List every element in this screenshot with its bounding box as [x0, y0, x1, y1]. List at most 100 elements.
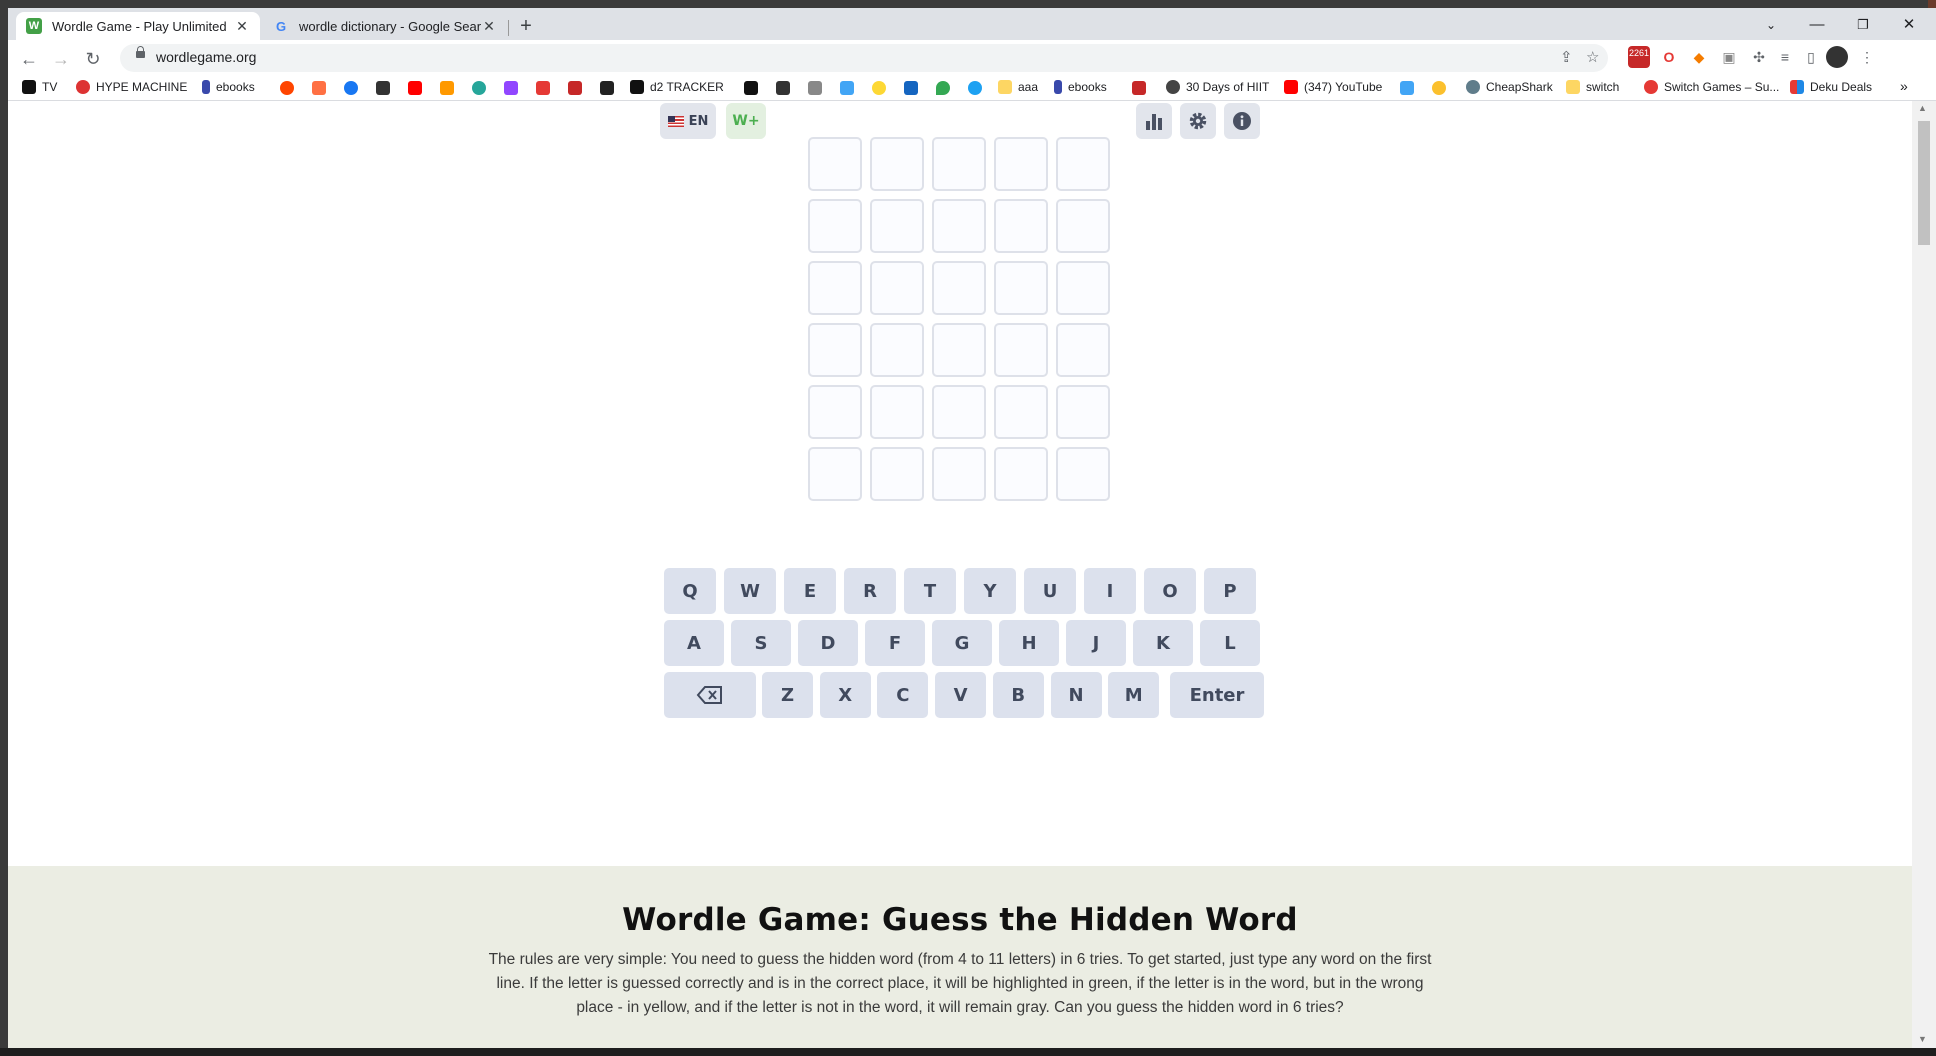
- picture-extension-icon[interactable]: ▣: [1718, 46, 1740, 68]
- smiley-icon[interactable]: [872, 81, 886, 95]
- facebook-icon[interactable]: [344, 81, 358, 95]
- bookmark-icon[interactable]: [808, 81, 822, 95]
- key-n[interactable]: N: [1050, 672, 1102, 718]
- folder-icon: [1566, 80, 1580, 94]
- bookmarks-overflow-icon[interactable]: »: [1900, 78, 1908, 94]
- scroll-up-icon[interactable]: ▲: [1918, 103, 1927, 113]
- bookmark-switch[interactable]: switch: [1566, 80, 1619, 94]
- youtube-icon[interactable]: [408, 81, 422, 95]
- bookmark-icon[interactable]: [744, 81, 758, 95]
- bookmark-switch-games[interactable]: Switch Games – Su...: [1644, 80, 1779, 94]
- bookmark-star-icon[interactable]: ☆: [1586, 48, 1599, 66]
- back-icon[interactable]: ←: [16, 46, 42, 72]
- scrollbar-thumb[interactable]: [1918, 121, 1930, 245]
- bookmark-youtube[interactable]: (347) YouTube: [1284, 80, 1382, 94]
- minimize-icon[interactable]: —: [1794, 12, 1840, 38]
- scroll-down-icon[interactable]: ▼: [1918, 1034, 1927, 1044]
- profile-avatar[interactable]: [1826, 46, 1848, 68]
- twitch-icon[interactable]: [504, 81, 518, 95]
- reddit-icon[interactable]: [280, 81, 294, 95]
- forward-icon[interactable]: →: [48, 46, 74, 72]
- key-m[interactable]: M: [1108, 672, 1160, 718]
- settings-button[interactable]: [1180, 103, 1216, 139]
- gmail-extension-icon[interactable]: 2261: [1628, 46, 1650, 68]
- enter-key[interactable]: Enter: [1170, 672, 1264, 718]
- key-g[interactable]: G: [932, 620, 992, 666]
- bookmark-icon[interactable]: [312, 81, 326, 95]
- key-f[interactable]: F: [865, 620, 925, 666]
- close-window-icon[interactable]: ✕: [1886, 12, 1932, 38]
- bookmark-aaa[interactable]: aaa: [998, 80, 1038, 94]
- key-p[interactable]: P: [1204, 568, 1256, 614]
- bookmark-icon[interactable]: [1432, 81, 1446, 95]
- close-tab-icon[interactable]: ✕: [481, 18, 497, 35]
- bookmark-icon[interactable]: [600, 81, 614, 95]
- bookmark-icon[interactable]: [1132, 81, 1146, 95]
- key-b[interactable]: B: [992, 672, 1044, 718]
- bookmark-d2-tracker[interactable]: d2 TRACKER: [630, 80, 724, 94]
- bookmark-ebooks-2[interactable]: ebooks: [1054, 80, 1107, 94]
- bookmark-deku-deals[interactable]: Deku Deals: [1790, 80, 1872, 94]
- key-i[interactable]: I: [1084, 568, 1136, 614]
- amazon-icon[interactable]: [440, 81, 454, 95]
- key-z[interactable]: Z: [762, 672, 813, 718]
- bookmark-icon[interactable]: [840, 81, 854, 95]
- tab-google-search[interactable]: G wordle dictionary - Google Search ✕: [263, 12, 507, 40]
- key-y[interactable]: Y: [964, 568, 1016, 614]
- tab-wordle[interactable]: W Wordle Game - Play Unlimited ✕: [16, 12, 260, 40]
- maps-icon[interactable]: [936, 81, 950, 95]
- key-j[interactable]: J: [1066, 620, 1126, 666]
- ebook-icon: [1054, 80, 1062, 94]
- close-tab-icon[interactable]: ✕: [234, 18, 250, 35]
- facebook-icon[interactable]: [904, 81, 918, 95]
- key-q[interactable]: Q: [664, 568, 716, 614]
- key-v[interactable]: V: [935, 672, 987, 718]
- reload-icon[interactable]: ↻: [80, 46, 106, 72]
- menu-kebab-icon[interactable]: ⋮: [1856, 46, 1878, 68]
- bookmark-tv[interactable]: TV: [22, 80, 57, 94]
- tab-title: wordle dictionary - Google Search: [299, 18, 481, 34]
- bookmark-icon[interactable]: [1400, 81, 1414, 95]
- bookmark-icon[interactable]: [568, 81, 582, 95]
- globe-icon[interactable]: [472, 81, 486, 95]
- bookmark-ebooks[interactable]: ebooks: [202, 80, 255, 94]
- key-u[interactable]: U: [1024, 568, 1076, 614]
- key-t[interactable]: T: [904, 568, 956, 614]
- key-e[interactable]: E: [784, 568, 836, 614]
- switch-games-icon: [1644, 80, 1658, 94]
- key-c[interactable]: C: [877, 672, 929, 718]
- key-h[interactable]: H: [999, 620, 1059, 666]
- key-d[interactable]: D: [798, 620, 858, 666]
- key-k[interactable]: K: [1133, 620, 1193, 666]
- opera-extension-icon[interactable]: O: [1658, 46, 1680, 68]
- key-x[interactable]: X: [819, 672, 871, 718]
- key-w[interactable]: W: [724, 568, 776, 614]
- info-button[interactable]: [1224, 103, 1260, 139]
- share-icon[interactable]: ⇪: [1560, 48, 1573, 66]
- bookmark-cheapshark[interactable]: CheapShark: [1466, 80, 1553, 94]
- bookmark-icon[interactable]: [536, 81, 550, 95]
- wplus-button[interactable]: W+: [726, 103, 766, 139]
- reading-list-icon[interactable]: ≡: [1774, 46, 1796, 68]
- bookmark-30-days-hiit[interactable]: 30 Days of HIIT: [1166, 80, 1269, 94]
- key-s[interactable]: S: [731, 620, 791, 666]
- statistics-button[interactable]: [1136, 103, 1172, 139]
- bookmark-hype-machine[interactable]: HYPE MACHINE: [76, 80, 187, 94]
- side-panel-icon[interactable]: ▯: [1800, 46, 1822, 68]
- address-bar[interactable]: wordlegame.org ⇪ ☆: [120, 44, 1608, 72]
- extensions-puzzle-icon[interactable]: ✣: [1748, 46, 1770, 68]
- bus-icon[interactable]: [376, 81, 390, 95]
- language-button[interactable]: EN: [660, 103, 716, 139]
- key-a[interactable]: A: [664, 620, 724, 666]
- restore-icon[interactable]: ❐: [1840, 12, 1886, 38]
- page-scrollbar[interactable]: ▲ ▼: [1912, 101, 1936, 1048]
- twitter-icon[interactable]: [968, 81, 982, 95]
- diamond-extension-icon[interactable]: ◆: [1688, 46, 1710, 68]
- shield-icon[interactable]: [776, 81, 790, 95]
- backspace-key[interactable]: [664, 672, 756, 718]
- key-o[interactable]: O: [1144, 568, 1196, 614]
- new-tab-icon[interactable]: +: [513, 14, 539, 40]
- tab-search-icon[interactable]: ⌄: [1748, 12, 1794, 38]
- key-l[interactable]: L: [1200, 620, 1260, 666]
- key-r[interactable]: R: [844, 568, 896, 614]
